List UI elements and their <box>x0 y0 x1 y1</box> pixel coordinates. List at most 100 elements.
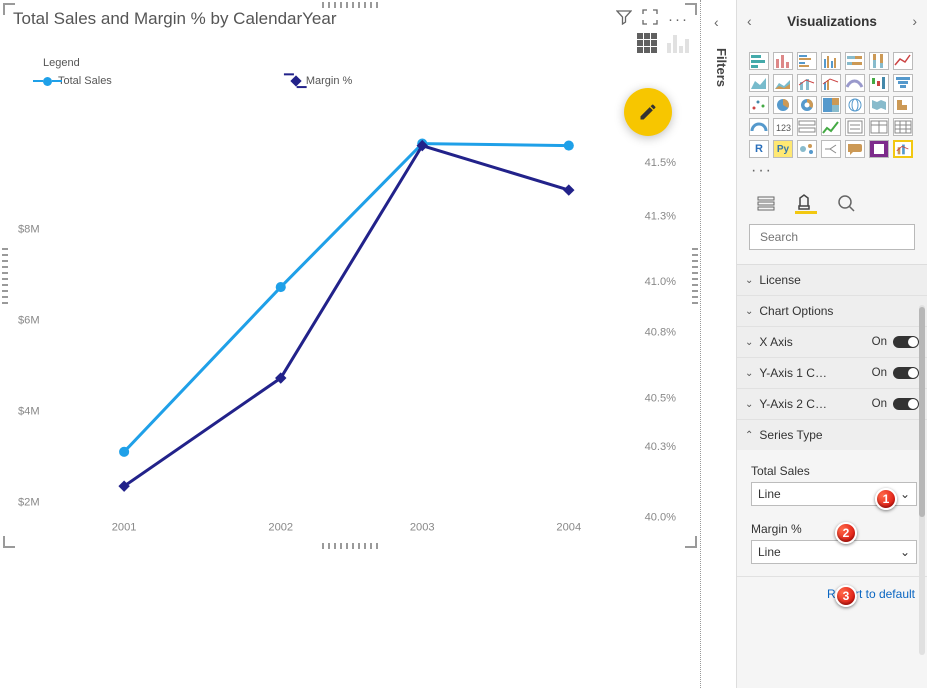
vis-kpi-icon[interactable] <box>821 118 841 136</box>
format-tab[interactable] <box>795 192 817 214</box>
series2-label: Margin % <box>751 522 917 536</box>
vis-slicer-icon[interactable] <box>845 118 865 136</box>
card-y-axis-1[interactable]: ⌄Y-Axis 1 C…On <box>737 358 927 388</box>
vis-table-icon[interactable] <box>869 118 889 136</box>
vis-funnel-icon[interactable] <box>893 74 913 92</box>
format-pane-scrollbar[interactable] <box>919 305 925 655</box>
resize-handle-top[interactable] <box>322 2 378 8</box>
chart-plot-area[interactable]: $8M $6M $4M $2M 41.5% 41.3% 41.0% 40.8% … <box>18 118 685 533</box>
vis-python-icon[interactable]: Py <box>773 140 793 158</box>
legend-item-total-sales[interactable]: Total Sales <box>43 75 112 87</box>
format-search-box[interactable] <box>749 224 915 250</box>
chevron-down-icon: ⌄ <box>900 545 910 559</box>
series2-type-select[interactable]: Line⌄ <box>751 540 917 564</box>
resize-handle-right[interactable] <box>692 248 698 304</box>
chart-visual[interactable]: Total Sales and Margin % by CalendarYear… <box>3 3 697 548</box>
vis-matrix-icon[interactable] <box>893 118 913 136</box>
card-y-axis-2[interactable]: ⌄Y-Axis 2 C…On <box>737 389 927 419</box>
xaxis-toggle[interactable] <box>893 336 919 348</box>
vis-clustered-column-icon[interactable] <box>821 52 841 70</box>
more-options-icon[interactable]: ··· <box>668 11 689 28</box>
chevron-down-icon: ⌄ <box>900 487 910 501</box>
legend-item-margin[interactable]: Margin % <box>292 75 352 87</box>
y2-tick: 41.0% <box>645 276 677 288</box>
vis-line-icon[interactable] <box>893 52 913 70</box>
vis-treemap-icon[interactable] <box>821 96 841 114</box>
format-search-input[interactable] <box>760 230 915 244</box>
filter-icon[interactable] <box>616 9 632 29</box>
chevron-down-icon: ⌄ <box>745 306 753 317</box>
analytics-tab[interactable] <box>835 192 857 214</box>
callout-1: 1 <box>875 488 897 510</box>
vis-custom-icon[interactable] <box>893 140 913 158</box>
y2-toggle[interactable] <box>893 398 919 410</box>
vis-stacked-column-icon[interactable] <box>773 52 793 70</box>
y2-tick: 41.3% <box>645 210 677 222</box>
resize-handle-bl[interactable] <box>3 534 17 548</box>
callout-2: 2 <box>835 522 857 544</box>
x-tick: 2003 <box>410 522 435 533</box>
y2-tick: 40.8% <box>645 327 677 339</box>
vis-ribbon-icon[interactable] <box>845 74 865 92</box>
vis-type-picker: 123 R Py <box>747 48 917 160</box>
vis-100-stacked-column-icon[interactable] <box>869 52 889 70</box>
filters-pane-label[interactable]: Filters <box>714 48 729 87</box>
vis-filled-map-icon[interactable] <box>869 96 889 114</box>
vis-donut-icon[interactable] <box>797 96 817 114</box>
legend-label: Margin % <box>306 75 352 87</box>
vis-paginated-icon[interactable] <box>869 140 889 158</box>
vis-r-icon[interactable]: R <box>749 140 769 158</box>
card-x-axis[interactable]: ⌄X AxisOn <box>737 327 927 357</box>
y1-tick: $4M <box>18 405 40 417</box>
vis-100-stacked-bar-icon[interactable] <box>845 52 865 70</box>
series-total-sales <box>124 144 569 452</box>
vis-key-influencers-icon[interactable] <box>797 140 817 158</box>
series1-label: Total Sales <box>751 464 917 478</box>
card-license[interactable]: ⌄License <box>737 265 927 295</box>
vis-pie-icon[interactable] <box>773 96 793 114</box>
x-tick: 2002 <box>268 522 293 533</box>
vis-card-icon[interactable]: 123 <box>773 118 793 136</box>
vis-stacked-bar-icon[interactable] <box>749 52 769 70</box>
vis-scatter-icon[interactable] <box>749 96 769 114</box>
chevron-down-icon: ⌄ <box>745 399 753 410</box>
focus-mode-icon[interactable] <box>642 9 658 29</box>
fields-tab[interactable] <box>755 192 777 214</box>
y2-tick: 41.5% <box>645 157 677 169</box>
collapse-vis-pane-button[interactable]: ‹ <box>747 13 752 29</box>
y1-toggle[interactable] <box>893 367 919 379</box>
vis-shape-map-icon[interactable] <box>893 96 913 114</box>
expand-vis-pane-button[interactable]: › <box>912 13 917 29</box>
vis-stacked-area-icon[interactable] <box>773 74 793 92</box>
chevron-down-icon: ⌄ <box>745 337 753 348</box>
vis-pane-title: Visualizations <box>787 14 877 29</box>
vis-line-clustered-column-icon[interactable] <box>821 74 841 92</box>
card-chart-options[interactable]: ⌄Chart Options <box>737 296 927 326</box>
bars-view-icon[interactable] <box>667 33 689 53</box>
vis-area-icon[interactable] <box>749 74 769 92</box>
y2-tick: 40.5% <box>645 392 677 404</box>
vis-line-stacked-column-icon[interactable] <box>797 74 817 92</box>
expand-filters-button[interactable]: ‹ <box>714 14 719 30</box>
vis-map-icon[interactable] <box>845 96 865 114</box>
more-visuals-button[interactable]: ··· <box>747 160 917 186</box>
vis-waterfall-icon[interactable] <box>869 74 889 92</box>
x-tick: 2004 <box>556 522 581 533</box>
legend-title: Legend <box>43 57 352 69</box>
vis-multi-card-icon[interactable] <box>797 118 817 136</box>
chevron-up-icon: ⌃ <box>745 430 753 441</box>
resize-handle-left[interactable] <box>2 248 8 304</box>
legend-label: Total Sales <box>58 75 112 87</box>
vis-decomposition-icon[interactable] <box>821 140 841 158</box>
resize-handle-bottom[interactable] <box>322 543 378 549</box>
x-tick: 2001 <box>112 522 137 533</box>
resize-handle-br[interactable] <box>683 534 697 548</box>
chart-title: Total Sales and Margin % by CalendarYear <box>13 9 337 29</box>
y1-tick: $6M <box>18 314 40 326</box>
y2-tick: 40.3% <box>645 441 677 453</box>
vis-clustered-bar-icon[interactable] <box>797 52 817 70</box>
grid-view-icon[interactable] <box>637 33 657 53</box>
vis-gauge-icon[interactable] <box>749 118 769 136</box>
vis-qna-icon[interactable] <box>845 140 865 158</box>
card-series-type[interactable]: ⌃Series Type <box>737 420 927 450</box>
